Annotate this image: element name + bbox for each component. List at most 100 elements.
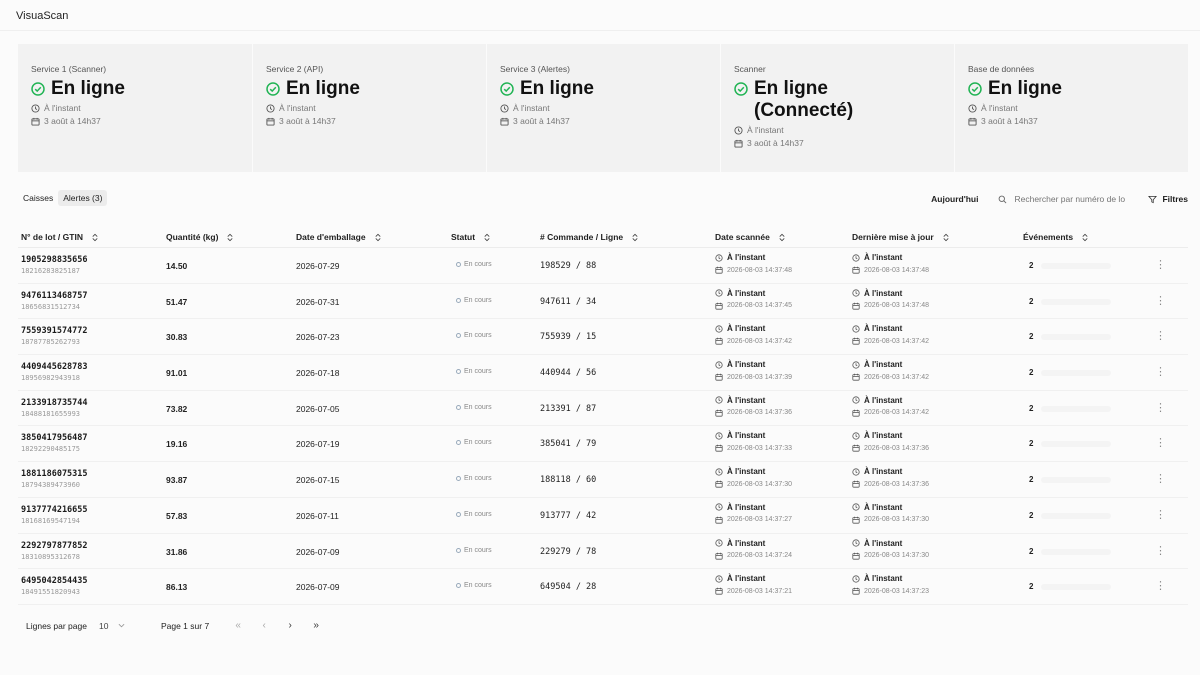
table-row[interactable]: 6495042854435 18491551820943 86.13 2026-… [18, 569, 1188, 605]
column-header[interactable]: # Commande / Ligne [540, 232, 639, 242]
status-dot-icon [456, 440, 461, 446]
events-count: 2 [1029, 546, 1034, 556]
clock-icon [852, 575, 860, 583]
status-time: À l'instant [734, 125, 942, 135]
status-card-label: Service 3 (Alertes) [500, 64, 570, 74]
check-circle-icon [31, 82, 45, 96]
row-menu-icon[interactable]: ⋮ [1155, 258, 1166, 271]
tab-alertes[interactable]: Alertes (3) [58, 190, 108, 206]
table-row[interactable]: 7559391574772 18787785262793 30.83 2026-… [18, 319, 1188, 356]
table-row[interactable]: 1905298835656 18216283825187 14.50 2026-… [18, 248, 1188, 284]
order-line: 385041 / 79 [540, 439, 597, 450]
rows-per-page-select[interactable]: 10 [99, 621, 133, 631]
update-relative: À l'instant [852, 396, 902, 405]
row-menu-icon[interactable]: ⋮ [1155, 294, 1166, 307]
row-menu-icon[interactable]: ⋮ [1155, 401, 1166, 414]
table-row[interactable]: 3850417956487 18292290485175 19.16 2026-… [18, 426, 1188, 463]
lot-number: 3850417956487 [21, 433, 88, 444]
column-header[interactable]: N° de lot / GTIN [21, 232, 99, 242]
status-dot-icon [456, 583, 461, 589]
table-row[interactable]: 2133918735744 18488181655993 73.82 2026-… [18, 391, 1188, 427]
clock-icon [852, 539, 860, 547]
scan-timestamp-text: 2026-08-03 14:37:39 [727, 373, 792, 381]
pack-date: 2026-07-29 [296, 261, 340, 271]
lot-number: 4409445628783 [21, 362, 88, 373]
row-menu-icon[interactable]: ⋮ [1155, 472, 1166, 485]
column-header[interactable]: Statut [451, 232, 491, 242]
status-badge: En cours [456, 511, 492, 518]
events-count: 2 [1029, 332, 1034, 342]
next-page-button[interactable]: › [283, 620, 297, 631]
status-value: En ligne [520, 78, 594, 99]
gtin: 18794389473960 [21, 481, 81, 490]
scan-relative-text: À l'instant [727, 360, 766, 370]
scan-relative-text: À l'instant [727, 467, 766, 477]
update-timestamp: 2026-08-03 14:37:23 [852, 587, 929, 595]
order-line: 913777 / 42 [540, 510, 597, 521]
check-circle-icon [500, 82, 514, 96]
status-date: 3 août à 14h37 [31, 116, 240, 126]
status-value-row: En ligne [266, 78, 474, 100]
calendar-icon [852, 552, 860, 560]
table-row[interactable]: 4409445628783 18956982943918 91.01 2026-… [18, 355, 1188, 391]
table-row[interactable]: 9137774216655 18168169547194 57.83 2026-… [18, 498, 1188, 534]
scan-timestamp-text: 2026-08-03 14:37:42 [727, 337, 792, 345]
scan-relative: À l'instant [715, 467, 765, 476]
search-input[interactable] [1014, 194, 1135, 204]
column-header[interactable]: Quantité (kg) [166, 232, 234, 242]
table-row[interactable]: 1881186075315 18794389473960 93.87 2026-… [18, 462, 1188, 498]
table-row[interactable]: 9476113468757 18656831512734 51.47 2026-… [18, 284, 1188, 320]
column-header[interactable]: Date d'emballage [296, 232, 382, 242]
search-box[interactable] [994, 190, 1140, 208]
today-button[interactable]: Aujourd'hui [925, 191, 984, 207]
tab-caisses[interactable]: Caisses [18, 190, 58, 206]
lot-number: 2292797877852 [21, 540, 88, 551]
status-time: À l'instant [500, 103, 708, 113]
status-time-text: À l'instant [279, 103, 316, 113]
scan-timestamp: 2026-08-03 14:37:30 [715, 480, 792, 488]
events-count: 2 [1029, 403, 1034, 413]
calendar-icon [715, 587, 723, 595]
scan-relative: À l'instant [715, 503, 765, 512]
column-header[interactable]: Dernière mise à jour [852, 232, 950, 242]
status-card-label: Base de données [968, 64, 1035, 74]
row-menu-icon[interactable]: ⋮ [1155, 365, 1166, 378]
clock-icon [715, 253, 723, 262]
prev-page-button[interactable]: ‹ [257, 620, 271, 631]
status-text: En cours [464, 261, 492, 268]
events-placeholder [1041, 441, 1111, 448]
order-line: 649504 / 28 [540, 582, 597, 593]
row-menu-icon[interactable]: ⋮ [1155, 508, 1166, 521]
filter-button[interactable]: Filtres [1148, 194, 1188, 204]
row-menu-icon[interactable]: ⋮ [1155, 579, 1166, 592]
lot-number: 2133918735744 [21, 397, 88, 408]
row-menu-icon[interactable]: ⋮ [1155, 544, 1166, 557]
order-line: 440944 / 56 [540, 368, 597, 379]
scan-timestamp: 2026-08-03 14:37:33 [715, 444, 792, 453]
status-badge: En cours [456, 261, 492, 268]
status-card: Scanner En ligne (Connecté) À l'instant … [720, 44, 954, 172]
order-line: 198529 / 88 [540, 261, 597, 271]
table-row[interactable]: 2292797877852 18310895312678 31.86 2026-… [18, 534, 1188, 570]
status-card: Service 1 (Scanner) En ligne À l'instant… [18, 44, 252, 172]
order-line: 755939 / 15 [540, 332, 597, 343]
header-divider [0, 30, 1200, 31]
update-relative: À l'instant [852, 324, 902, 333]
row-menu-icon[interactable]: ⋮ [1155, 436, 1166, 449]
quantity: 30.83 [166, 332, 188, 343]
clock-icon [715, 325, 723, 333]
rows-per-page-label: Lignes par page [26, 620, 87, 631]
column-header[interactable]: Date scannée [715, 232, 786, 242]
status-dot-icon [456, 404, 461, 410]
first-page-button[interactable]: « [231, 620, 245, 631]
update-relative-text: À l'instant [864, 467, 903, 477]
lot-number: 1905298835656 [21, 255, 88, 265]
status-cards: Service 1 (Scanner) En ligne À l'instant… [18, 44, 1188, 172]
column-header[interactable]: Événements [1023, 232, 1089, 242]
order-line: 229279 / 78 [540, 546, 597, 557]
update-timestamp: 2026-08-03 14:37:48 [852, 302, 929, 310]
clock-icon [715, 432, 723, 440]
last-page-button[interactable]: » [309, 620, 323, 631]
status-text: En cours [464, 368, 492, 376]
row-menu-icon[interactable]: ⋮ [1155, 329, 1166, 342]
